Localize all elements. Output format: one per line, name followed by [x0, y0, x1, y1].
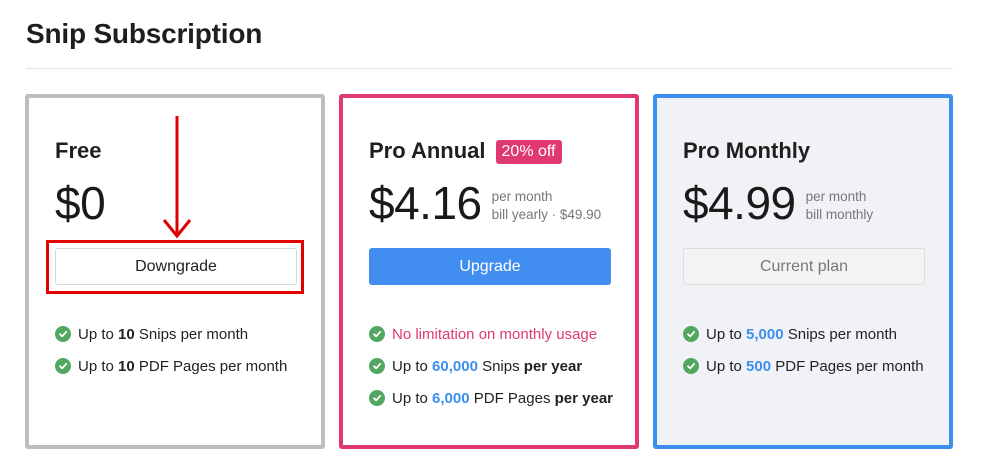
feature-text: Up to 60,000 Snips per year: [392, 357, 583, 375]
feature-text: No limitation on monthly usage: [392, 325, 598, 343]
plan-name: Free: [55, 138, 102, 163]
feature-text: Up to 10 PDF Pages per month: [78, 357, 288, 375]
price-note-line: bill yearly · $49.90: [491, 207, 602, 222]
feature-text: Up to 10 Snips per month: [78, 325, 249, 343]
plan-price: $4.99: [683, 177, 796, 229]
feature-item: Up to 60,000 Snips per year: [369, 350, 613, 382]
feature-item: Up to 6,000 PDF Pages per year: [369, 382, 613, 414]
price-note: per month bill monthly: [806, 188, 874, 224]
feature-list: Up to 10 Snips per month Up to 10 PDF Pa…: [55, 318, 287, 382]
price-row: $4.99 per month bill monthly: [683, 176, 873, 231]
plan-price: $4.16: [369, 177, 482, 229]
price-note-line: per month: [805, 189, 867, 204]
feature-list: Up to 5,000 Snips per month Up to 500 PD…: [683, 318, 924, 382]
price-note: per month bill yearly · $49.90: [492, 188, 602, 224]
plan-card-pro-monthly: Pro Monthly $4.99 per month bill monthly…: [653, 94, 953, 449]
check-circle-icon: [369, 358, 385, 374]
check-circle-icon: [683, 326, 699, 342]
price-row: $4.16 per month bill yearly · $49.90: [369, 176, 601, 231]
check-circle-icon: [55, 358, 71, 374]
current-plan-button[interactable]: Current plan: [683, 248, 925, 285]
check-circle-icon: [683, 358, 699, 374]
feature-text: Up to 6,000 PDF Pages per year: [392, 389, 613, 407]
plan-card-pro-annual: Pro Annual 20% off $4.16 per month bill y…: [339, 94, 639, 449]
discount-badge: 20% off: [495, 140, 562, 164]
check-circle-icon: [369, 326, 385, 342]
price-note-line: bill monthly: [805, 207, 874, 222]
feature-list: No limitation on monthly usage Up to 60,…: [369, 318, 613, 414]
check-circle-icon: [369, 390, 385, 406]
down-arrow-icon: [162, 116, 192, 239]
feature-item: Up to 500 PDF Pages per month: [683, 350, 924, 382]
feature-item: Up to 10 PDF Pages per month: [55, 350, 287, 382]
feature-text: Up to 500 PDF Pages per month: [706, 357, 924, 375]
feature-item: Up to 5,000 Snips per month: [683, 318, 924, 350]
highlight-box: [46, 240, 304, 294]
plan-name: Pro Annual 20% off: [369, 138, 562, 164]
feature-item: No limitation on monthly usage: [369, 318, 613, 350]
plan-name: Pro Monthly: [683, 138, 811, 163]
title-divider: [26, 68, 953, 69]
feature-text: Up to 5,000 Snips per month: [706, 325, 897, 343]
upgrade-button[interactable]: Upgrade: [369, 248, 611, 285]
plan-price: $0: [55, 177, 106, 229]
feature-item: Up to 10 Snips per month: [55, 318, 287, 350]
plan-name-label: Pro Annual: [369, 138, 486, 163]
price-note-line: per month: [491, 189, 553, 204]
page-title: Snip Subscription: [26, 18, 263, 49]
check-circle-icon: [55, 326, 71, 342]
price-row: $0: [55, 176, 106, 231]
